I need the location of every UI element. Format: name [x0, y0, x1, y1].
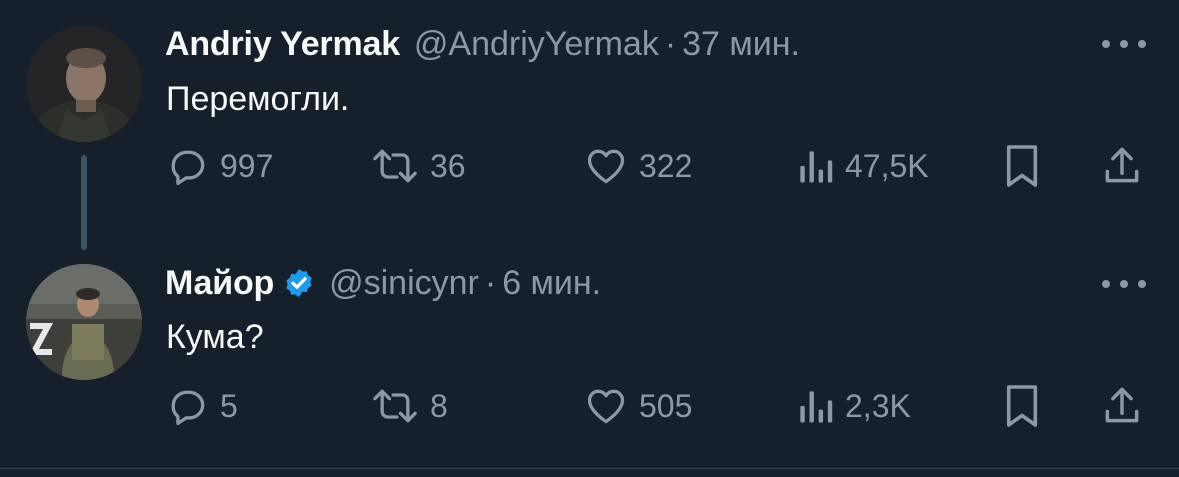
views-icon — [800, 391, 833, 423]
views-icon — [800, 151, 833, 183]
like-count: 505 — [639, 387, 693, 424]
separator-dot: · — [664, 24, 677, 63]
bookmark-button[interactable] — [1003, 381, 1041, 431]
author-handle[interactable]: @AndriyYermak — [414, 25, 659, 64]
divider — [0, 468, 1179, 469]
tweet-actions: 5 8 505 2,3K — [0, 381, 1179, 431]
reply-count: 5 — [220, 387, 238, 424]
more-icon[interactable] — [1102, 38, 1146, 50]
author-name[interactable]: Andriy Yermak — [165, 25, 400, 64]
retweet-icon — [373, 149, 417, 183]
tweet-thread: Andriy Yermak @AndriyYermak · 37 мин. Пе… — [0, 0, 1179, 477]
reply-count: 997 — [220, 147, 274, 184]
avatar[interactable] — [26, 26, 142, 142]
tweet[interactable]: Майор @sinicynr · 6 мин. Кума? 5 8 505 2… — [0, 240, 1179, 477]
heart-icon — [587, 389, 625, 424]
views-count: 2,3K — [845, 387, 911, 424]
tweet-header: Майор @sinicynr · 6 мин. — [165, 263, 601, 303]
heart-icon — [587, 149, 625, 184]
timestamp[interactable]: 6 мин. — [502, 264, 601, 303]
verified-badge-icon — [283, 267, 315, 299]
retweet-icon — [373, 389, 417, 423]
reply-icon — [171, 150, 205, 186]
like-count: 322 — [639, 147, 693, 184]
share-button[interactable] — [1100, 381, 1144, 431]
bookmark-icon — [1006, 385, 1038, 427]
views-button[interactable]: 2,3K — [795, 381, 911, 431]
tweet-actions: 997 36 322 47,5K — [0, 141, 1179, 191]
share-button[interactable] — [1100, 141, 1144, 191]
views-button[interactable]: 47,5K — [795, 141, 929, 191]
retweet-count: 8 — [430, 387, 448, 424]
bookmark-icon — [1006, 145, 1038, 187]
author-handle[interactable]: @sinicynr — [329, 264, 479, 303]
tweet[interactable]: Andriy Yermak @AndriyYermak · 37 мин. Пе… — [0, 0, 1179, 250]
author-name[interactable]: Майор — [165, 264, 274, 303]
retweet-button[interactable]: 36 — [370, 141, 466, 191]
reply-icon — [171, 390, 205, 426]
retweet-button[interactable]: 8 — [370, 381, 448, 431]
like-button[interactable]: 322 — [583, 141, 692, 191]
separator-dot: · — [484, 263, 497, 302]
more-icon[interactable] — [1102, 278, 1146, 290]
tweet-header: Andriy Yermak @AndriyYermak · 37 мин. — [165, 24, 800, 64]
reply-button[interactable]: 997 — [166, 141, 273, 191]
share-icon — [1105, 387, 1139, 423]
bookmark-button[interactable] — [1003, 141, 1041, 191]
reply-button[interactable]: 5 — [166, 381, 238, 431]
tweet-text: Перемогли. — [166, 80, 350, 118]
retweet-count: 36 — [430, 147, 466, 184]
like-button[interactable]: 505 — [583, 381, 692, 431]
timestamp[interactable]: 37 мин. — [682, 25, 800, 64]
tweet-text: Кума? — [166, 318, 264, 356]
avatar[interactable] — [26, 264, 142, 380]
views-count: 47,5K — [845, 147, 929, 184]
share-icon — [1105, 147, 1139, 183]
